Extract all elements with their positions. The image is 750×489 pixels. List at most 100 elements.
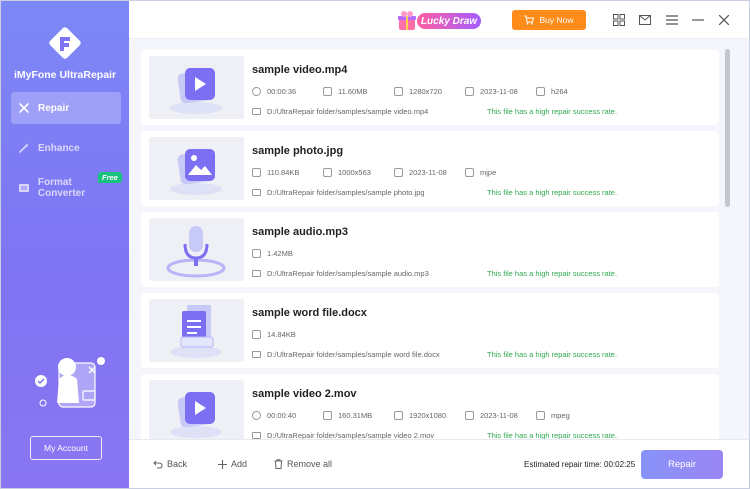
menu-icon[interactable]: [665, 13, 679, 27]
file-path-row: D:/UltraRepair folder/samples/sample pho…: [252, 188, 425, 197]
file-list-area: sample video.mp4 00:00:36 11.60MB 1280x720 2…: [129, 39, 749, 439]
file-name: sample word file.docx: [252, 307, 367, 319]
app-name: iMyFone UltraRepair: [13, 69, 117, 81]
date-icon: [394, 168, 403, 177]
app-logo-icon: [45, 23, 85, 63]
scrollbar[interactable]: [725, 49, 731, 429]
close-icon[interactable]: [717, 13, 731, 27]
resolution-icon: [394, 87, 403, 96]
my-account-button[interactable]: My Account: [30, 436, 102, 460]
remove-all-button[interactable]: Remove all: [274, 459, 332, 469]
add-button[interactable]: Add: [218, 459, 247, 469]
meta-value: 2023-11-08: [480, 87, 518, 96]
remove-all-label: Remove all: [287, 459, 333, 469]
lucky-draw-label: Lucky Draw: [417, 13, 481, 29]
buy-now-button[interactable]: Buy Now: [512, 10, 586, 30]
back-label: Back: [167, 459, 188, 469]
file-path: D:/UltraRepair folder/samples/sample pho…: [267, 188, 425, 197]
date-icon: [465, 87, 474, 96]
mail-icon[interactable]: [638, 13, 652, 27]
cart-icon: [524, 15, 535, 25]
buy-now-label: Buy Now: [539, 15, 574, 25]
file-size-icon: [323, 87, 332, 96]
meta-item: 14.84KB: [252, 330, 323, 339]
meta-item: 110.84KB: [252, 168, 323, 177]
file-path-row: D:/UltraRepair folder/samples/sample vid…: [252, 431, 434, 439]
meta-item: 11.60MB: [323, 87, 394, 96]
file-path-row: D:/UltraRepair folder/samples/sample aud…: [252, 269, 429, 278]
video-thumbnail-icon: [149, 380, 244, 439]
repair-button[interactable]: Repair: [641, 450, 723, 479]
meta-value: 00:00:40: [267, 411, 297, 420]
repair-status: This file has a high repair success rate…: [487, 431, 618, 439]
file-meta: 00:00:40 160.31MB 1920x1080 2023-11-08 mpeg: [252, 411, 596, 420]
meta-value: 00:00:36: [267, 87, 297, 96]
magic-wand-icon: [17, 141, 31, 155]
grid-icon[interactable]: [612, 13, 626, 27]
meta-value: mjpe: [480, 168, 497, 177]
resolution-icon: [323, 168, 332, 177]
video-thumbnail-icon: [149, 56, 244, 119]
file-path: D:/UltraRepair folder/samples/sample aud…: [267, 269, 429, 278]
user-illustration-icon: [19, 353, 111, 423]
file-name: sample audio.mp3: [252, 226, 348, 238]
file-size-icon: [252, 168, 261, 177]
meta-item: 1.42MB: [252, 249, 323, 258]
file-card[interactable]: sample video 2.mov 00:00:40 160.31MB 1920x1…: [141, 374, 719, 439]
meta-value: h264: [551, 87, 568, 96]
sidebar: iMyFone UltraRepair Repair Enhance Forma…: [1, 1, 129, 488]
meta-item: 2023-11-08: [465, 411, 536, 420]
date-icon: [465, 411, 474, 420]
repair-status: This file has a high repair success rate…: [487, 107, 618, 116]
lucky-draw-banner[interactable]: Lucky Draw: [395, 10, 485, 32]
clock-icon: [252, 411, 261, 420]
file-card[interactable]: sample audio.mp3 1.42MB D:/UltraRepair fol…: [141, 212, 719, 287]
file-card[interactable]: sample word file.docx 14.84KB D:/UltraRepa…: [141, 293, 719, 368]
codec-icon: [536, 411, 545, 420]
estimated-value: 00:02:25: [604, 460, 636, 469]
format-converter-icon: [17, 181, 31, 195]
meta-item: 2023-11-08: [394, 168, 465, 177]
meta-value: 2023-11-08: [409, 168, 447, 177]
meta-item: 00:00:36: [252, 87, 323, 96]
back-button[interactable]: Back: [153, 459, 187, 469]
free-badge: Free: [98, 172, 122, 183]
file-path: D:/UltraRepair folder/samples/sample wor…: [267, 350, 440, 359]
add-label: Add: [231, 459, 248, 469]
minimize-icon[interactable]: [691, 13, 705, 27]
file-size-icon: [252, 330, 261, 339]
meta-value: 11.60MB: [338, 87, 368, 96]
file-card[interactable]: sample video.mp4 00:00:36 11.60MB 1280x720 2…: [141, 50, 719, 125]
meta-item: mjpe: [465, 168, 536, 177]
meta-item: 160.31MB: [323, 411, 394, 420]
meta-value: 110.84KB: [267, 168, 300, 177]
scrollbar-thumb[interactable]: [725, 49, 730, 207]
file-card[interactable]: sample photo.jpg 110.84KB 1000x563 2023-11-…: [141, 131, 719, 206]
file-list: sample video.mp4 00:00:36 11.60MB 1280x720 2…: [141, 50, 719, 439]
audio-thumbnail-icon: [149, 218, 244, 281]
meta-value: 1000x563: [338, 168, 371, 177]
meta-value: 1.42MB: [267, 249, 293, 258]
sidebar-item-enhance[interactable]: Enhance: [11, 132, 121, 164]
plus-icon: [218, 459, 227, 469]
repair-status: This file has a high repair success rate…: [487, 350, 618, 359]
meta-item: h264: [536, 87, 596, 96]
meta-value: 1280x720: [409, 87, 442, 96]
folder-icon: [252, 351, 261, 358]
bottom-bar: Back Add Remove all Estimated repair tim…: [129, 439, 749, 488]
clock-icon: [252, 87, 261, 96]
sidebar-item-repair[interactable]: Repair: [11, 92, 121, 124]
file-path: D:/UltraRepair folder/samples/sample vid…: [267, 107, 429, 116]
folder-icon: [252, 432, 261, 439]
meta-value: 1920x1080: [409, 411, 447, 420]
sidebar-item-label: Repair: [38, 102, 70, 114]
sidebar-item-label: Enhance: [38, 142, 80, 154]
folder-icon: [252, 270, 261, 277]
file-size-icon: [252, 249, 261, 258]
folder-icon: [252, 108, 261, 115]
app-window: iMyFone UltraRepair Repair Enhance Forma…: [0, 0, 750, 489]
repair-status: This file has a high repair success rate…: [487, 269, 618, 278]
meta-item: mpeg: [536, 411, 596, 420]
meta-value: mpeg: [551, 411, 570, 420]
meta-item: 2023-11-08: [465, 87, 536, 96]
